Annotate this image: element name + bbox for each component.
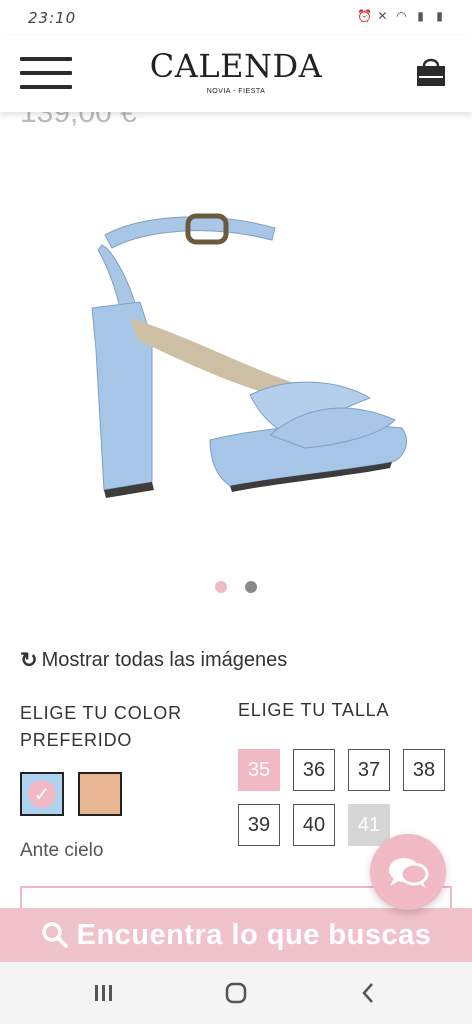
battery-icon: ▮ [436,9,443,23]
recent-apps-icon[interactable] [84,978,124,1008]
color-swatch-tan[interactable] [78,772,122,816]
status-icons: ⏰ ✕ ◠ ▮ ▮ [357,10,446,23]
carousel-dots [0,578,472,597]
color-section-title: ELIGE TU COLOR PREFERIDO [20,703,182,750]
brand-name: CALENDA [149,47,323,85]
mute-icon: ✕ [377,9,388,23]
chat-bubbles-icon [389,858,429,888]
size-option-38[interactable]: 38 [403,749,445,791]
selected-color-name: Ante cielo [20,840,104,861]
chat-button[interactable] [370,834,446,910]
back-icon[interactable] [348,978,388,1008]
check-icon: ✓ [33,782,51,806]
brand-logo[interactable]: CALENDA NOVIA - FIESTA [0,48,472,95]
search-icon [41,922,68,948]
carousel-dot-1[interactable] [215,581,228,593]
brand-tagline: NOVIA - FIESTA [206,88,266,95]
color-swatches: ✓ [20,772,122,816]
alarm-icon: ⏰ [357,9,372,23]
refresh-icon: ↻ [20,649,38,672]
size-option-35[interactable]: 35 [238,749,280,791]
size-option-36[interactable]: 36 [293,749,335,791]
color-swatch-sky-blue[interactable]: ✓ [20,772,64,816]
size-option-40[interactable]: 40 [293,804,335,846]
size-section-title: ELIGE TU TALLA [238,700,390,720]
show-all-images-link[interactable]: ↻ Mostrar todas las imágenes [20,648,287,673]
signal-icon: ▮ [417,9,424,23]
search-bar[interactable]: Encuentra lo que buscas [0,908,472,962]
status-time: 23:10 [28,9,77,27]
system-nav-bar [0,962,472,1024]
size-option-37[interactable]: 37 [348,749,390,791]
shopping-bag-icon[interactable] [414,54,448,88]
size-option-39[interactable]: 39 [238,804,280,846]
show-all-images-label: Mostrar todas las imágenes [41,649,288,671]
product-image[interactable] [20,190,452,520]
wifi-icon: ◠ [396,9,407,23]
home-icon[interactable] [216,978,256,1008]
app-header: CALENDA NOVIA - FIESTA [0,36,472,112]
carousel-dot-2[interactable] [244,581,257,593]
status-bar: 23:10 ⏰ ✕ ◠ ▮ ▮ [0,0,472,36]
search-bar-label: Encuentra lo que buscas [76,918,432,951]
